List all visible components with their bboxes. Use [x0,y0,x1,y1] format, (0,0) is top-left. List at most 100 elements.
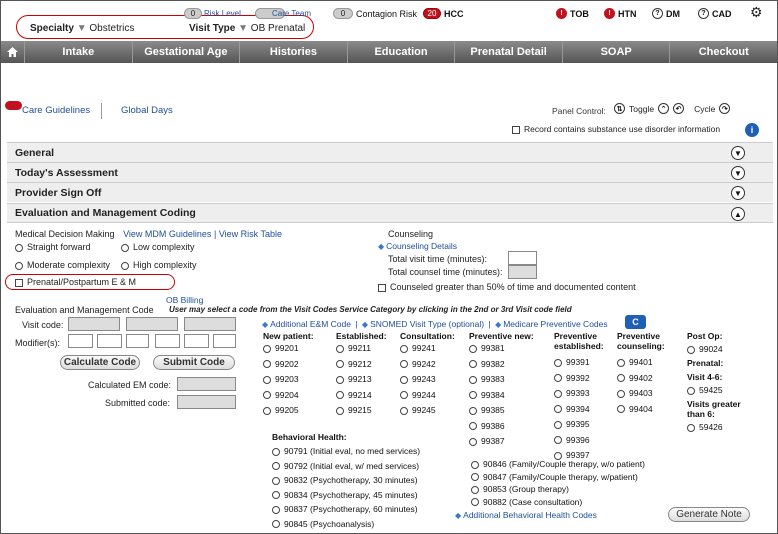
mdm-option-moderate[interactable]: Moderate complexity [15,260,110,270]
radio-button[interactable] [15,261,23,270]
behavioral-code-option[interactable]: 90853 (Group therapy) [471,484,569,494]
radio-button[interactable] [617,389,625,398]
radio-button[interactable] [469,375,477,384]
code-option[interactable]: 99403 [617,388,653,398]
tab-soap[interactable]: SOAP [563,41,671,63]
hcc-link[interactable]: HCC [444,9,464,19]
radio-button[interactable] [400,375,408,384]
code-option[interactable]: 99391 [554,357,590,367]
submit-code-button[interactable]: Submit Code [153,355,235,370]
code-option[interactable]: 99202 [263,359,299,369]
radio-button[interactable] [121,243,129,252]
code-option[interactable]: 99386 [469,421,505,431]
additional-behavioral-link[interactable]: ◆ Additional Behavioral Health Codes [455,510,597,520]
code-option[interactable]: 99381 [469,343,505,353]
code-option[interactable]: 99402 [617,373,653,383]
radio-button[interactable] [617,358,625,367]
behavioral-code-option[interactable]: 90792 (Initial eval, w/ med services) [272,461,419,471]
radio-button[interactable] [400,360,408,369]
radio-button[interactable] [272,505,280,514]
radio-button[interactable] [554,405,562,414]
radio-button[interactable] [469,406,477,415]
mdm-option-low[interactable]: Low complexity [121,242,195,252]
radio-button[interactable] [469,437,477,446]
code-option[interactable]: 99204 [263,390,299,400]
radio-button[interactable] [617,374,625,383]
code-option[interactable]: 99387 [469,436,505,446]
section-general[interactable]: General ▼ [7,142,773,162]
tob-indicator[interactable]: ! TOB [556,8,589,19]
view-mdm-guidelines-link[interactable]: View MDM Guidelines [123,229,211,239]
radio-button[interactable] [336,360,344,369]
chevron-down-icon[interactable]: ▼ [731,166,745,180]
radio-button[interactable] [263,391,271,400]
code-option[interactable]: 99203 [263,374,299,384]
radio-button[interactable] [400,344,408,353]
modifier-input[interactable] [213,334,236,348]
radio-button[interactable] [272,476,280,485]
radio-button[interactable] [471,460,479,469]
tab-checkout[interactable]: Checkout [670,41,777,63]
visit-code-input-3[interactable] [184,317,236,331]
additional-em-code-link[interactable]: Additional E&M Code [270,319,351,329]
risk-level-link[interactable]: Risk Level [204,9,241,18]
visit-code-input-2[interactable] [126,317,178,331]
code-option[interactable]: 99213 [336,374,372,384]
prenatal-checkbox[interactable] [15,278,23,287]
specialty-field[interactable]: Specialty ▼ Obstetrics [30,23,134,34]
code-option[interactable]: 99241 [400,343,436,353]
radio-button[interactable] [121,261,129,270]
modifier-input[interactable] [97,334,122,348]
cycle-label[interactable]: Cycle [694,104,715,114]
radio-button[interactable] [687,345,695,354]
code-option[interactable]: 99394 [554,404,590,414]
prenatal-em-option[interactable]: Prenatal/Postpartum E & M [15,277,136,287]
radio-button[interactable] [469,360,477,369]
code-option[interactable]: 99401 [617,357,653,367]
counseling-details-link[interactable]: ◆ Counseling Details [378,241,457,251]
behavioral-code-option[interactable]: 90837 (Psychotherapy, 60 minutes) [272,504,418,514]
code-option[interactable]: 99396 [554,435,590,445]
radio-button[interactable] [400,406,408,415]
behavioral-code-option[interactable]: 90847 (Family/Couple therapy, w/patient) [471,472,638,482]
visits-greater-code-option[interactable]: 59426 [687,422,723,432]
code-option[interactable]: 99215 [336,405,372,415]
redo-icon[interactable]: ↷ [719,103,731,114]
behavioral-code-option[interactable]: 90791 (Initial eval, no med services) [272,446,420,456]
radio-button[interactable] [469,422,477,431]
visit-type-field[interactable]: Visit Type ▼ OB Prenatal [189,23,305,34]
counseled-checkbox[interactable] [378,283,386,292]
radio-button[interactable] [15,243,23,252]
chevron-up-icon[interactable]: ▲ [731,207,745,221]
undo-icon[interactable]: ↶ [673,103,685,114]
care-guidelines-link[interactable]: Care Guidelines [22,105,90,116]
cad-indicator[interactable]: ? CAD [698,8,732,19]
radio-button[interactable] [471,485,479,494]
radio-button[interactable] [469,344,477,353]
radio-button[interactable] [336,406,344,415]
code-option[interactable]: 99212 [336,359,372,369]
gear-icon[interactable]: ⚙ [750,4,763,21]
tab-intake[interactable]: Intake [25,41,133,63]
radio-button[interactable] [687,386,695,395]
section-todays-assessment[interactable]: Today's Assessment ▼ [7,162,773,182]
chevron-down-icon[interactable]: ▼ [731,146,745,160]
code-option[interactable]: 99201 [263,343,299,353]
code-option[interactable]: 99392 [554,373,590,383]
modifier-input[interactable] [126,334,149,348]
radio-button[interactable] [554,420,562,429]
calculate-code-button[interactable]: Calculate Code [60,355,140,370]
code-option[interactable]: 99245 [400,405,436,415]
tab-histories[interactable]: Histories [240,41,348,63]
code-option[interactable]: 99404 [617,404,653,414]
radio-button[interactable] [554,374,562,383]
code-option[interactable]: 99211 [336,343,371,353]
radio-button[interactable] [617,405,625,414]
contagion-risk-link[interactable]: Contagion Risk [356,9,417,19]
tab-prenatal-detail[interactable]: Prenatal Detail [455,41,563,63]
behavioral-code-option[interactable]: 90834 (Psychotherapy, 45 minutes) [272,490,418,500]
modifier-input[interactable] [155,334,180,348]
code-option[interactable]: 99384 [469,390,505,400]
radio-button[interactable] [272,462,280,471]
radio-button[interactable] [469,391,477,400]
